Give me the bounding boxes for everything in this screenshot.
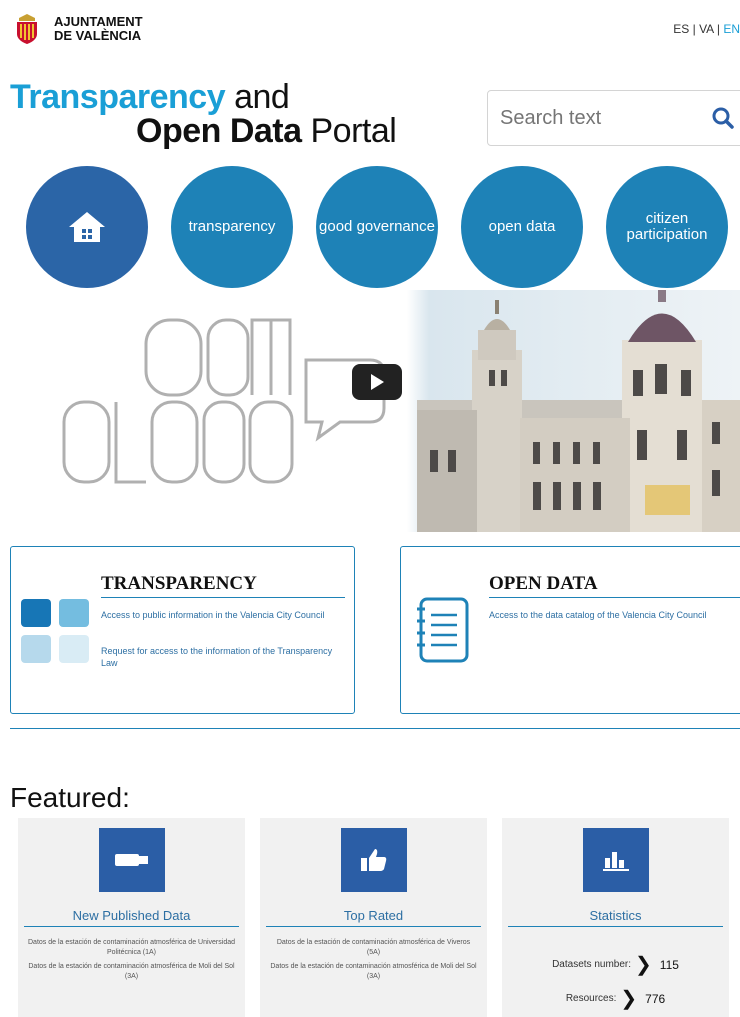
play-icon bbox=[371, 374, 384, 390]
city-crest-icon bbox=[17, 14, 37, 44]
new-published-data-card: New Published Data Datos de la estación … bbox=[18, 818, 245, 1017]
new-published-item[interactable]: Datos de la estación de contaminación at… bbox=[28, 938, 235, 958]
org-name-line2: DE VALÈNCIA bbox=[54, 28, 142, 43]
top-rated-card: Top Rated Datos de la estación de contam… bbox=[260, 818, 487, 1017]
datasets-label: Datasets number: bbox=[552, 959, 632, 970]
video-play-button[interactable] bbox=[352, 364, 402, 400]
card-rule bbox=[24, 926, 239, 927]
video-thumbnail bbox=[0, 290, 740, 532]
city-logo[interactable]: AJUNTAMENT DE VALÈNCIA bbox=[10, 12, 143, 46]
chevron-right-icon: ❯ bbox=[635, 954, 652, 976]
portal-title[interactable]: Transparency and Open Data Portal bbox=[10, 78, 397, 150]
video-player[interactable] bbox=[0, 290, 740, 532]
search-input[interactable] bbox=[488, 106, 688, 130]
bar-chart-icon bbox=[583, 828, 649, 892]
open-data-catalog-link[interactable]: Access to the data catalog of the Valenc… bbox=[489, 609, 729, 621]
nav-open-data-label: open data bbox=[488, 218, 556, 235]
tiles-icon bbox=[21, 599, 89, 663]
nav-transparency[interactable]: transparency bbox=[171, 166, 293, 288]
nav-open-data[interactable]: open data bbox=[461, 166, 583, 288]
section-divider bbox=[10, 728, 740, 729]
open-data-box-title: OPEN DATA bbox=[489, 573, 598, 594]
datasets-value: 115 bbox=[659, 957, 679, 972]
usb-icon bbox=[99, 828, 165, 892]
top-rated-item[interactable]: Datos de la estación de contaminación at… bbox=[270, 962, 477, 982]
search-icon[interactable] bbox=[710, 105, 736, 131]
new-published-item[interactable]: Datos de la estación de contaminación at… bbox=[28, 962, 235, 982]
top-rated-item[interactable]: Datos de la estación de contaminación at… bbox=[270, 938, 477, 958]
open-data-box-rule bbox=[489, 597, 740, 598]
nav-transparency-label: transparency bbox=[188, 218, 276, 235]
thumbs-up-icon bbox=[341, 828, 407, 892]
statistics-title[interactable]: Statistics bbox=[502, 908, 729, 923]
transparency-box[interactable]: TRANSPARENCY Access to public informatio… bbox=[10, 546, 355, 714]
transparency-public-info-link[interactable]: Access to public information in the Vale… bbox=[101, 609, 341, 621]
search-box bbox=[487, 90, 740, 146]
card-rule bbox=[266, 926, 481, 927]
new-published-data-title[interactable]: New Published Data bbox=[18, 908, 245, 923]
org-name-line1: AJUNTAMENT bbox=[54, 14, 143, 29]
notebook-icon bbox=[417, 597, 469, 663]
nav-citizen-participation[interactable]: citizen participation bbox=[606, 166, 728, 288]
lang-separator: | bbox=[713, 22, 724, 36]
language-switcher: ES | VA | EN bbox=[673, 22, 740, 36]
open-data-box[interactable]: OPEN DATA Access to the data catalog of … bbox=[400, 546, 740, 714]
nav-good-governance-label: good governance bbox=[319, 218, 435, 235]
portal-title-open-data: Open Data bbox=[136, 112, 302, 150]
resources-value: 776 bbox=[645, 991, 666, 1006]
lang-en-link[interactable]: EN bbox=[723, 22, 740, 36]
statistics-card: Statistics Datasets number: ❯ 115 Resour… bbox=[502, 818, 729, 1017]
nav-citizen-participation-label: citizen participation bbox=[626, 210, 708, 243]
card-rule bbox=[508, 926, 723, 927]
lang-va-link[interactable]: VA bbox=[699, 22, 713, 36]
transparency-box-rule bbox=[101, 597, 345, 598]
transparency-box-title: TRANSPARENCY bbox=[101, 573, 257, 594]
home-icon bbox=[69, 212, 105, 242]
lang-es-link[interactable]: ES bbox=[673, 22, 689, 36]
portal-title-transparency: Transparency bbox=[10, 78, 226, 116]
portal-title-and: and bbox=[225, 78, 290, 116]
resources-label: Resources: bbox=[565, 993, 617, 1004]
portal-title-portal: Portal bbox=[301, 112, 397, 150]
resources-stat: Resources: ❯ 776 bbox=[502, 986, 729, 1011]
datasets-stat: Datasets number: ❯ 115 bbox=[502, 952, 729, 977]
lang-separator: | bbox=[689, 22, 700, 36]
nav-good-governance[interactable]: good governance bbox=[316, 166, 438, 288]
chevron-right-icon: ❯ bbox=[620, 988, 638, 1010]
transparency-law-request-link[interactable]: Request for access to the information of… bbox=[101, 645, 341, 669]
nav-home[interactable] bbox=[26, 166, 148, 288]
top-rated-title[interactable]: Top Rated bbox=[260, 908, 487, 923]
featured-heading: Featured: bbox=[10, 782, 130, 813]
